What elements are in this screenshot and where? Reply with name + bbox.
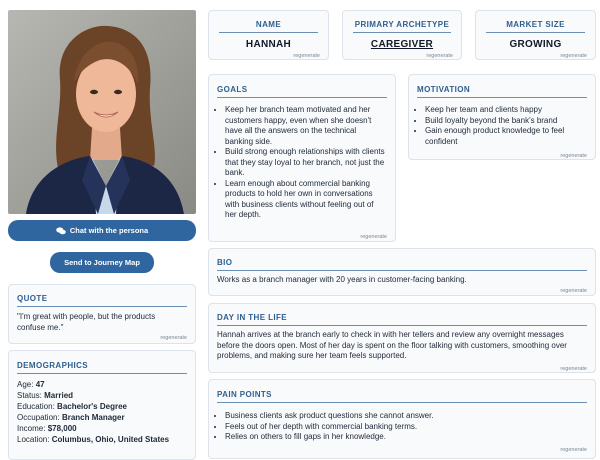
motivation-item: Keep her team and clients happy: [425, 105, 587, 116]
goals-list: Keep her branch team motivated and her c…: [215, 105, 385, 221]
goal-item: Keep her branch team motivated and her c…: [225, 105, 385, 147]
quote-regenerate-link[interactable]: regenerate: [160, 335, 187, 341]
bio-divider: [217, 270, 587, 271]
bio-regenerate-link[interactable]: regenerate: [560, 288, 587, 294]
demographics-card: DEMOGRAPHICS Age: 47 Status: Married Edu…: [8, 350, 196, 460]
demographic-row: Age: 47: [17, 380, 45, 389]
quote-card: QUOTE "I'm great with people, but the pr…: [8, 284, 196, 344]
goal-item: Learn enough about commercial banking pr…: [225, 179, 385, 221]
demographics-divider: [17, 373, 187, 374]
motivation-list: Keep her team and clients happy Build lo…: [415, 105, 587, 147]
motivation-card: MOTIVATION Keep her team and clients hap…: [408, 74, 596, 160]
goals-regenerate-link[interactable]: regenerate: [360, 234, 387, 240]
persona-archetype[interactable]: CAREGIVER: [343, 39, 461, 50]
goals-divider: [217, 97, 387, 98]
demographic-row: Income: $78,000: [17, 424, 77, 433]
chat-bubbles-icon: [56, 226, 66, 235]
name-label: NAME: [255, 20, 282, 29]
pain-point-item: Relies on others to fill gaps in her kno…: [225, 432, 585, 443]
demographic-row: Location: Columbus, Ohio, United States: [17, 435, 170, 444]
quote-title: QUOTE: [17, 294, 48, 303]
pain-points-regenerate-link[interactable]: regenerate: [560, 447, 587, 453]
persona-name: HANNAH: [245, 39, 292, 50]
market-size-card: MARKET SIZE GROWING regenerate: [475, 10, 596, 60]
quote-text: "I'm great with people, but the products…: [17, 312, 156, 332]
goals-card: GOALS Keep her branch team motivated and…: [208, 74, 396, 242]
archetype-card: PRIMARY ARCHETYPE CAREGIVER regenerate: [342, 10, 462, 60]
send-to-journey-map-button[interactable]: Send to Journey Map: [50, 252, 154, 273]
chat-with-persona-button[interactable]: Chat with the persona: [8, 220, 196, 241]
bio-card: BIO Works as a branch manager with 20 ye…: [208, 248, 596, 296]
market-size-label: MARKET SIZE: [506, 20, 565, 29]
pain-point-item: Feels out of her depth with commercial b…: [225, 422, 585, 433]
pain-points-divider: [217, 402, 587, 403]
pain-points-card: PAIN POINTS Business clients ask product…: [208, 379, 596, 459]
demographic-row: Status: Married: [17, 391, 74, 400]
name-card: NAME HANNAH regenerate: [208, 10, 329, 60]
persona-portrait-image: [8, 10, 196, 214]
persona-photo: [8, 10, 196, 214]
demographics-title: DEMOGRAPHICS: [17, 361, 89, 370]
day-in-the-life-title: DAY IN THE LIFE: [217, 313, 288, 322]
name-regenerate-link[interactable]: regenerate: [293, 53, 320, 59]
journey-button-label: Send to Journey Map: [64, 258, 140, 267]
pain-points-title: PAIN POINTS: [217, 390, 272, 399]
pain-points-list: Business clients ask product questions s…: [215, 411, 585, 443]
demographic-row: Education: Bachelor's Degree: [17, 402, 127, 411]
name-divider: [219, 32, 318, 33]
pain-point-item: Business clients ask product questions s…: [225, 411, 585, 422]
archetype-label: PRIMARY ARCHETYPE: [354, 20, 450, 29]
archetype-regenerate-link[interactable]: regenerate: [426, 53, 453, 59]
goals-title: GOALS: [217, 85, 248, 94]
bio-title: BIO: [217, 258, 233, 267]
goal-item: Build strong enough relationships with c…: [225, 147, 385, 179]
motivation-title: MOTIVATION: [417, 85, 471, 94]
motivation-item: Build loyalty beyond the bank's brand: [425, 116, 587, 127]
day-in-the-life-divider: [217, 325, 587, 326]
demographic-row: Occupation: Branch Manager: [17, 413, 125, 422]
day-in-the-life-card: DAY IN THE LIFE Hannah arrives at the br…: [208, 303, 596, 373]
market-regenerate-link[interactable]: regenerate: [560, 53, 587, 59]
motivation-item: Gain enough product knowledge to feel co…: [425, 126, 587, 147]
motivation-regenerate-link[interactable]: regenerate: [560, 153, 587, 159]
day-regenerate-link[interactable]: regenerate: [560, 366, 587, 372]
market-size-value: GROWING: [509, 39, 562, 50]
archetype-divider: [353, 32, 451, 33]
quote-divider: [17, 306, 187, 307]
market-size-divider: [486, 32, 585, 33]
chat-button-label: Chat with the persona: [69, 226, 149, 235]
motivation-divider: [417, 97, 587, 98]
day-in-the-life-text: Hannah arrives at the branch early to ch…: [217, 330, 567, 360]
bio-text: Works as a branch manager with 20 years …: [217, 275, 467, 284]
demographics-list: Age: 47 Status: Married Education: Bache…: [17, 379, 169, 445]
